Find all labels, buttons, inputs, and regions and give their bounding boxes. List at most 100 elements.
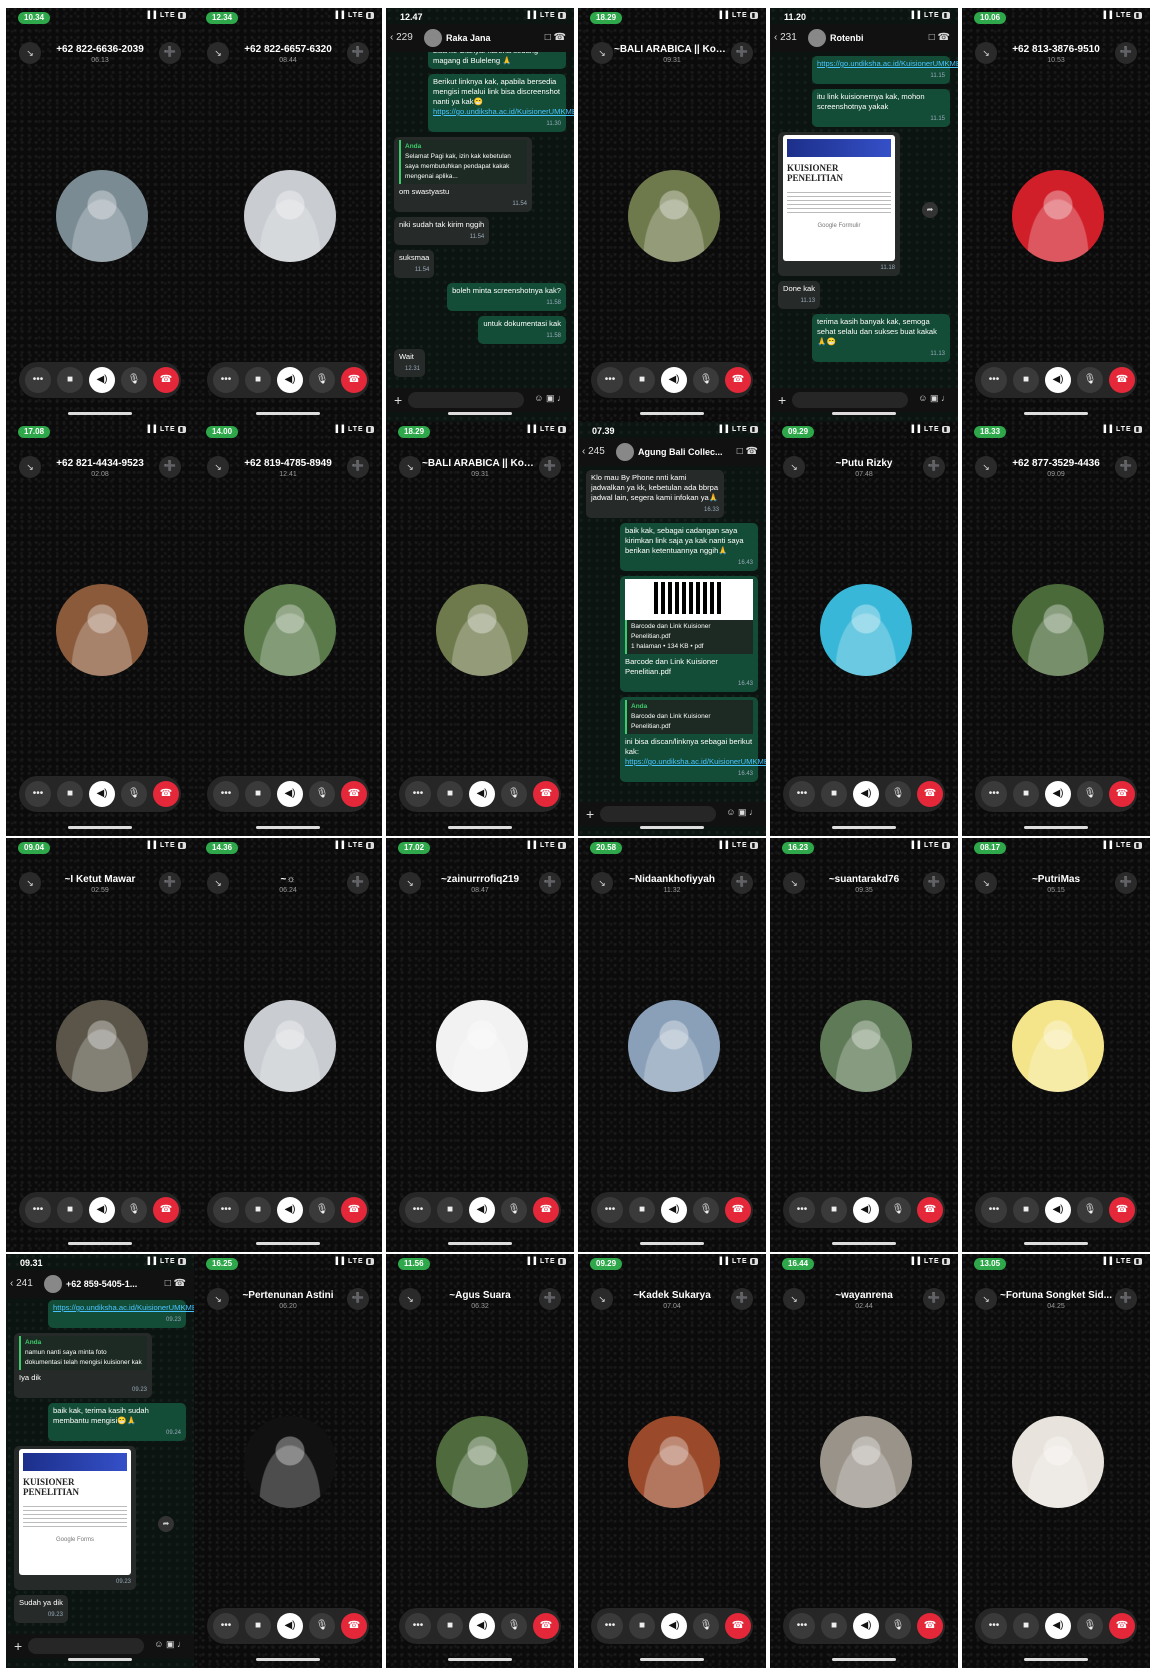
message-bubble[interactable]: Barcode dan Link Kuisioner Penelitian.pd… — [620, 576, 758, 692]
mute-button[interactable]: 🎙 — [885, 1197, 911, 1223]
more-options-button[interactable]: ••• — [213, 781, 239, 807]
mute-button[interactable]: 🎙 — [693, 367, 719, 393]
speaker-button[interactable]: ◀) — [661, 1197, 687, 1223]
mute-button[interactable]: 🎙 — [501, 781, 527, 807]
end-call-button[interactable]: ☎ — [153, 367, 179, 393]
phone-icon[interactable]: ☎ — [174, 1278, 186, 1289]
video-call-icon[interactable]: □ — [545, 32, 551, 43]
attach-button[interactable]: + — [778, 392, 786, 408]
mute-button[interactable]: 🎙 — [501, 1613, 527, 1639]
file-attachment[interactable]: Barcode dan Link Kuisioner Penelitian.pd… — [625, 620, 753, 654]
message-input[interactable] — [408, 392, 524, 408]
video-button[interactable]: ■ — [245, 367, 271, 393]
speaker-button[interactable]: ◀) — [469, 781, 495, 807]
mute-button[interactable]: 🎙 — [309, 1197, 335, 1223]
contact-name[interactable]: Raka Jana — [446, 33, 491, 43]
speaker-button[interactable]: ◀) — [277, 1197, 303, 1223]
more-options-button[interactable]: ••• — [25, 781, 51, 807]
mute-button[interactable]: 🎙 — [1077, 367, 1103, 393]
mute-button[interactable]: 🎙 — [1077, 1197, 1103, 1223]
message-bubble[interactable]: Berikut linknya kak, apabila bersedia me… — [428, 74, 574, 132]
more-options-button[interactable]: ••• — [213, 1197, 239, 1223]
more-options-button[interactable]: ••• — [25, 1197, 51, 1223]
form-screenshot-image[interactable]: KUISIONER PENELITIAN Google Formulir — [783, 135, 895, 261]
more-options-button[interactable]: ••• — [981, 1197, 1007, 1223]
video-button[interactable]: ■ — [1013, 367, 1039, 393]
message-bubble[interactable]: Sl APIK, jika tidak memungkinkan melalui… — [428, 52, 566, 69]
more-options-button[interactable]: ••• — [789, 781, 815, 807]
back-button[interactable]: ‹ 229 — [390, 32, 413, 43]
video-button[interactable]: ■ — [245, 1613, 271, 1639]
more-options-button[interactable]: ••• — [597, 367, 623, 393]
message-bubble[interactable]: boleh minta screenshotnya kak? 11.58 — [447, 283, 566, 311]
message-bubble[interactable]: Wait 12.31 — [394, 349, 426, 377]
video-button[interactable]: ■ — [437, 1197, 463, 1223]
more-options-button[interactable]: ••• — [25, 367, 51, 393]
back-button[interactable]: ‹ 245 — [582, 446, 605, 457]
video-button[interactable]: ■ — [57, 781, 83, 807]
contact-avatar[interactable] — [616, 443, 634, 461]
speaker-button[interactable]: ◀) — [853, 1197, 879, 1223]
message-input[interactable] — [600, 806, 716, 822]
phone-icon[interactable]: ☎ — [746, 446, 758, 457]
end-call-button[interactable]: ☎ — [533, 1197, 559, 1223]
video-button[interactable]: ■ — [629, 1613, 655, 1639]
mute-button[interactable]: 🎙 — [501, 1197, 527, 1223]
mute-button[interactable]: 🎙 — [121, 781, 147, 807]
attach-button[interactable]: + — [14, 1638, 22, 1654]
message-bubble[interactable]: Anda namun nanti saya minta foto dokument… — [14, 1333, 152, 1398]
quoted-message[interactable]: Anda Barcode dan Link Kuisioner Penelitia… — [625, 700, 753, 734]
call-icons[interactable]: □ ☎ — [737, 446, 758, 457]
speaker-button[interactable]: ◀) — [277, 367, 303, 393]
back-button[interactable]: ‹ 241 — [10, 1278, 33, 1289]
speaker-button[interactable]: ◀) — [277, 781, 303, 807]
quoted-message[interactable]: Anda namun nanti saya minta foto dokument… — [19, 1336, 147, 1370]
mute-button[interactable]: 🎙 — [309, 781, 335, 807]
message-bubble[interactable]: Anda Selamat Pagi kak, izin kak kebetulan… — [394, 137, 532, 212]
speaker-button[interactable]: ◀) — [1045, 367, 1071, 393]
video-button[interactable]: ■ — [57, 367, 83, 393]
speaker-button[interactable]: ◀) — [89, 1197, 115, 1223]
camera-icon[interactable]: ▣ — [738, 807, 747, 817]
sticker-icon[interactable]: ☺ — [534, 393, 543, 403]
message-bubble[interactable]: baik kak, sebagai cadangan saya kirimkan… — [620, 523, 758, 571]
mute-button[interactable]: 🎙 — [309, 1613, 335, 1639]
end-call-button[interactable]: ☎ — [917, 1197, 943, 1223]
video-button[interactable]: ■ — [1013, 781, 1039, 807]
end-call-button[interactable]: ☎ — [341, 1197, 367, 1223]
end-call-button[interactable]: ☎ — [153, 1197, 179, 1223]
end-call-button[interactable]: ☎ — [533, 781, 559, 807]
call-icons[interactable]: □ ☎ — [545, 32, 566, 43]
message-link[interactable]: https://go.undiksha.ac.id/KuisionerUMKMB… — [817, 59, 958, 69]
input-actions[interactable]: ☺ ▣ ♩ — [726, 807, 758, 818]
end-call-button[interactable]: ☎ — [917, 1613, 943, 1639]
phone-icon[interactable]: ☎ — [554, 32, 566, 43]
speaker-button[interactable]: ◀) — [661, 367, 687, 393]
speaker-button[interactable]: ◀) — [1045, 1197, 1071, 1223]
mute-button[interactable]: 🎙 — [1077, 1613, 1103, 1639]
message-bubble[interactable]: Done kak 11.13 — [778, 281, 821, 309]
end-call-button[interactable]: ☎ — [1109, 1197, 1135, 1223]
more-options-button[interactable]: ••• — [405, 1197, 431, 1223]
speaker-button[interactable]: ◀) — [89, 367, 115, 393]
quoted-message[interactable]: Anda Selamat Pagi kak, izin kak kebetulan… — [399, 140, 527, 184]
video-call-icon[interactable]: □ — [737, 446, 743, 457]
forward-button[interactable]: ➦ — [158, 1516, 174, 1532]
contact-name[interactable]: +62 859-5405-1... — [66, 1279, 137, 1289]
end-call-button[interactable]: ☎ — [725, 1613, 751, 1639]
message-bubble[interactable]: KUISIONER PENELITIAN Google Forms 09.23 — [14, 1446, 136, 1590]
camera-icon[interactable]: ▣ — [166, 1639, 175, 1649]
message-bubble[interactable]: Anda Barcode dan Link Kuisioner Penelitia… — [620, 697, 766, 782]
speaker-button[interactable]: ◀) — [469, 1613, 495, 1639]
video-button[interactable]: ■ — [245, 1197, 271, 1223]
end-call-button[interactable]: ☎ — [725, 367, 751, 393]
more-options-button[interactable]: ••• — [213, 1613, 239, 1639]
speaker-button[interactable]: ◀) — [277, 1613, 303, 1639]
video-button[interactable]: ■ — [1013, 1613, 1039, 1639]
back-button[interactable]: ‹ 231 — [774, 32, 797, 43]
message-link[interactable]: https://go.undiksha.ac.id/KuisionerUMKMB… — [433, 107, 574, 117]
input-actions[interactable]: ☺ ▣ ♩ — [534, 393, 566, 404]
more-options-button[interactable]: ••• — [981, 367, 1007, 393]
sticker-icon[interactable]: ☺ — [154, 1639, 163, 1649]
contact-avatar[interactable] — [44, 1275, 62, 1293]
